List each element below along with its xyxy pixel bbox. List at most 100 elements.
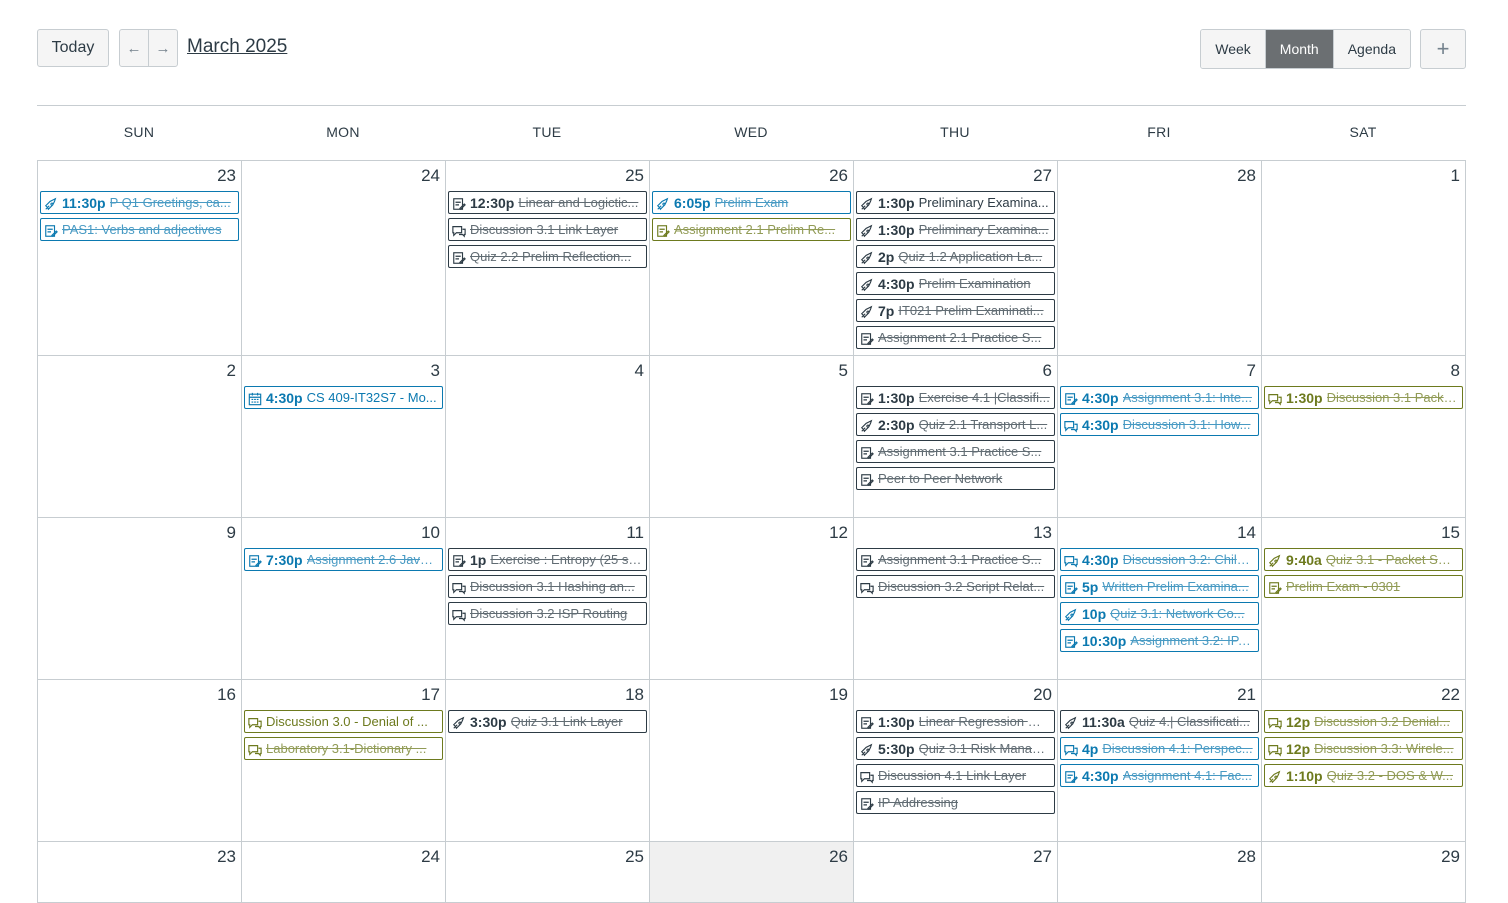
day-cell[interactable]: 4	[446, 356, 650, 517]
day-number[interactable]: 3	[431, 361, 440, 381]
calendar-event[interactable]: Discussion 4.1 Link Layer	[856, 764, 1055, 787]
next-month-button[interactable]: →	[148, 30, 177, 66]
calendar-event[interactable]: 12:30p Linear and Logictic...	[448, 191, 647, 214]
day-cell[interactable]: 26	[650, 842, 854, 902]
day-cell[interactable]: 14 4:30p Discussion 3.2: Child... 5p Written…	[1058, 518, 1262, 679]
day-cell[interactable]: 6 1:30p Exercise 4.1 |Classifi... 2:30p Quiz…	[854, 356, 1058, 517]
day-number[interactable]: 23	[217, 847, 236, 867]
calendar-event[interactable]: IP Addressing	[856, 791, 1055, 814]
calendar-event[interactable]: 6:05p Prelim Exam	[652, 191, 851, 214]
day-cell[interactable]: 19	[650, 680, 854, 841]
day-number[interactable]: 10	[421, 523, 440, 543]
day-number[interactable]: 27	[1033, 847, 1052, 867]
add-event-button[interactable]: +	[1420, 29, 1466, 69]
calendar-event[interactable]: 1:30p Linear Regression Us...	[856, 710, 1055, 733]
day-cell[interactable]: 20 1:30p Linear Regression Us... 5:30p Quiz …	[854, 680, 1058, 841]
day-cell[interactable]: 28	[1058, 842, 1262, 902]
day-number[interactable]: 25	[625, 847, 644, 867]
agenda-view-button[interactable]: Agenda	[1332, 30, 1410, 68]
calendar-event[interactable]: Discussion 3.2 Script Relat...	[856, 575, 1055, 598]
day-cell[interactable]: 25 12:30p Linear and Logictic... Discussion…	[446, 161, 650, 355]
day-number[interactable]: 25	[625, 166, 644, 186]
day-cell[interactable]: 8 1:30p Discussion 3.1 Packe...	[1262, 356, 1466, 517]
day-cell[interactable]: 13 Assignment 3.1 Practice S... Discussion…	[854, 518, 1058, 679]
calendar-event[interactable]: 1p Exercise : Entropy (25 st...	[448, 548, 647, 571]
day-number[interactable]: 2	[227, 361, 236, 381]
day-number[interactable]: 7	[1247, 361, 1256, 381]
day-number[interactable]: 12	[829, 523, 848, 543]
calendar-event[interactable]: 9:40a Quiz 3.1 - Packet Sni...	[1264, 548, 1463, 571]
calendar-event[interactable]: 4:30p Discussion 3.2: Child...	[1060, 548, 1259, 571]
calendar-event[interactable]: 4:30p CS 409-IT32S7 - Mo...	[244, 386, 443, 409]
calendar-event[interactable]: 10:30p Assignment 3.2: IP, ...	[1060, 629, 1259, 652]
day-cell[interactable]: 9	[38, 518, 242, 679]
day-cell[interactable]: 22 12p Discussion 3.2 Denial... 12p Discussi…	[1262, 680, 1466, 841]
day-number[interactable]: 17	[421, 685, 440, 705]
calendar-event[interactable]: 2:30p Quiz 2.1 Transport L...	[856, 413, 1055, 436]
day-cell[interactable]: 12	[650, 518, 854, 679]
calendar-event[interactable]: 4p Discussion 4.1: Perspec...	[1060, 737, 1259, 760]
calendar-event[interactable]: Assignment 2.1 Prelim Re...	[652, 218, 851, 241]
day-cell[interactable]: 10 7:30p Assignment 2.6 Java...	[242, 518, 446, 679]
calendar-event[interactable]: Prelim Exam - 0301	[1264, 575, 1463, 598]
calendar-event[interactable]: 5:30p Quiz 3.1 Risk Manag...	[856, 737, 1055, 760]
day-number[interactable]: 21	[1237, 685, 1256, 705]
calendar-event[interactable]: 4:30p Prelim Examination	[856, 272, 1055, 295]
calendar-event[interactable]: 4:30p Assignment 4.1: Fac...	[1060, 764, 1259, 787]
calendar-event[interactable]: 5p Written Prelim Examina...	[1060, 575, 1259, 598]
day-cell[interactable]: 3 4:30p CS 409-IT32S7 - Mo...	[242, 356, 446, 517]
prev-month-button[interactable]: ←	[120, 30, 148, 66]
day-number[interactable]: 4	[635, 361, 644, 381]
day-cell[interactable]: 28	[1058, 161, 1262, 355]
calendar-event[interactable]: 1:30p Preliminary Examina...	[856, 191, 1055, 214]
calendar-event[interactable]: 4:30p Discussion 3.1: How...	[1060, 413, 1259, 436]
day-cell[interactable]: 29	[1262, 842, 1466, 902]
calendar-event[interactable]: Discussion 3.2 ISP Routing	[448, 602, 647, 625]
day-number[interactable]: 24	[421, 847, 440, 867]
calendar-event[interactable]: 2p Quiz 1.2 Application La...	[856, 245, 1055, 268]
calendar-event[interactable]: Peer to Peer Network	[856, 467, 1055, 490]
calendar-event[interactable]: 7p IT021 Prelim Examinati...	[856, 299, 1055, 322]
day-cell[interactable]: 27 1:30p Preliminary Examina... 1:30p Prelim…	[854, 161, 1058, 355]
calendar-event[interactable]: Discussion 3.1 Link Layer	[448, 218, 647, 241]
week-view-button[interactable]: Week	[1201, 30, 1265, 68]
day-number[interactable]: 16	[217, 685, 236, 705]
calendar-event[interactable]: 10p Quiz 3.1: Network Co...	[1060, 602, 1259, 625]
month-title[interactable]: March 2025	[187, 36, 287, 58]
day-cell[interactable]: 16	[38, 680, 242, 841]
day-cell[interactable]: 2	[38, 356, 242, 517]
day-cell[interactable]: 5	[650, 356, 854, 517]
day-cell[interactable]: 27	[854, 842, 1058, 902]
day-cell[interactable]: 11 1p Exercise : Entropy (25 st... Discussi…	[446, 518, 650, 679]
day-number[interactable]: 9	[227, 523, 236, 543]
day-number[interactable]: 20	[1033, 685, 1052, 705]
day-cell[interactable]: 1	[1262, 161, 1466, 355]
day-number[interactable]: 28	[1237, 847, 1256, 867]
day-number[interactable]: 24	[421, 166, 440, 186]
calendar-event[interactable]: Discussion 3.0 - Denial of ...	[244, 710, 443, 733]
day-cell[interactable]: 15 9:40a Quiz 3.1 - Packet Sni... Prelim Ex…	[1262, 518, 1466, 679]
day-cell[interactable]: 7 4:30p Assignment 3.1: Inte... 4:30p Discus…	[1058, 356, 1262, 517]
day-number[interactable]: 1	[1451, 166, 1460, 186]
day-number[interactable]: 11	[626, 523, 644, 543]
day-number[interactable]: 6	[1043, 361, 1052, 381]
day-number[interactable]: 8	[1451, 361, 1460, 381]
day-number[interactable]: 13	[1033, 523, 1052, 543]
day-cell[interactable]: 18 3:30p Quiz 3.1 Link Layer	[446, 680, 650, 841]
day-number[interactable]: 28	[1237, 166, 1256, 186]
day-cell[interactable]: 23 11:30p P Q1 Greetings, ca... PAS1: Verbs…	[38, 161, 242, 355]
day-cell[interactable]: 25	[446, 842, 650, 902]
calendar-event[interactable]: 1:30p Preliminary Examina...	[856, 218, 1055, 241]
calendar-event[interactable]: 12p Discussion 3.2 Denial...	[1264, 710, 1463, 733]
month-view-button[interactable]: Month	[1264, 30, 1333, 68]
day-cell[interactable]: 21 11:30a Quiz 4.| Classificati... 4p Discus…	[1058, 680, 1262, 841]
day-cell[interactable]: 24	[242, 161, 446, 355]
calendar-event[interactable]: 1:30p Discussion 3.1 Packe...	[1264, 386, 1463, 409]
calendar-event[interactable]: Quiz 2.2 Prelim Reflection...	[448, 245, 647, 268]
today-button[interactable]: Today	[37, 29, 109, 67]
day-cell[interactable]: 24	[242, 842, 446, 902]
calendar-event[interactable]: 11:30a Quiz 4.| Classificati...	[1060, 710, 1259, 733]
calendar-event[interactable]: Assignment 3.1 Practice S...	[856, 440, 1055, 463]
day-number[interactable]: 14	[1237, 523, 1256, 543]
day-number[interactable]: 15	[1441, 523, 1460, 543]
